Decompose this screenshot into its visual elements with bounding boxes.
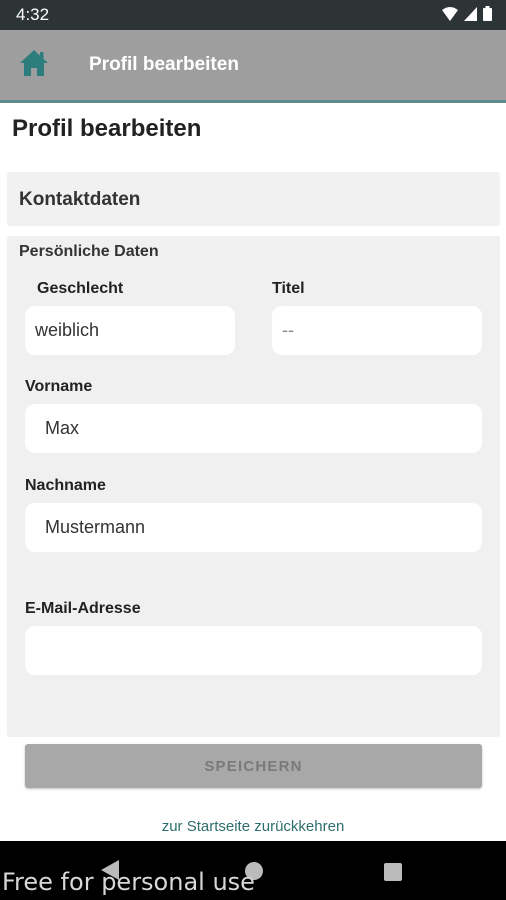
wifi-icon: [442, 6, 458, 21]
last-name-field[interactable]: Mustermann: [25, 503, 482, 552]
first-name-label: Vorname: [25, 378, 93, 395]
gender-value: weiblich: [35, 320, 100, 340]
status-icons: [442, 6, 492, 21]
last-name-value: Mustermann: [45, 517, 146, 537]
title-label: Titel: [272, 280, 305, 297]
back-to-home-link[interactable]: zur Startseite zurückkehren: [0, 818, 506, 835]
title-select[interactable]: --: [272, 306, 482, 355]
signal-icon: [464, 6, 477, 21]
status-time: 4:32: [16, 5, 50, 24]
section-header-label: Kontaktdaten: [19, 189, 141, 210]
first-name-field[interactable]: Max: [25, 404, 482, 453]
section-header-kontaktdaten[interactable]: Kontaktdaten: [7, 172, 500, 226]
title-value: --: [282, 320, 294, 340]
battery-icon: [483, 6, 492, 21]
page-title: Profil bearbeiten: [12, 115, 202, 142]
personal-data-form: Persönliche Daten Geschlecht weiblich Ti…: [7, 236, 500, 737]
gender-label: Geschlecht: [37, 280, 124, 297]
home-button[interactable]: [14, 46, 54, 84]
recent-apps-icon[interactable]: [384, 863, 402, 886]
last-name-label: Nachname: [25, 477, 106, 494]
save-button[interactable]: SPEICHERN: [25, 744, 482, 788]
first-name-value: Max: [45, 418, 80, 438]
home-icon: [18, 48, 50, 83]
gender-select[interactable]: weiblich: [25, 306, 235, 355]
form-subtitle: Persönliche Daten: [19, 243, 159, 260]
status-bar: 4:32: [0, 0, 506, 30]
email-field[interactable]: [25, 626, 482, 675]
watermark-text: Free for personal use: [2, 868, 255, 896]
email-label: E-Mail-Adresse: [25, 600, 141, 617]
app-bar-title: Profil bearbeiten: [89, 54, 239, 75]
app-bar: Profil bearbeiten: [0, 30, 506, 103]
